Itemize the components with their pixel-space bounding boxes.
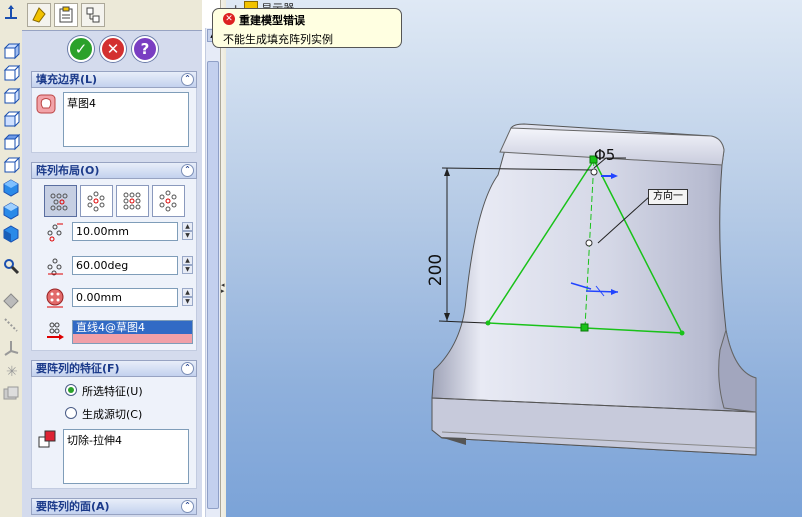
collapse-icon[interactable]: ⌃	[181, 73, 194, 86]
features-to-pattern-header[interactable]: 要阵列的特征(F) ⌃	[31, 360, 197, 377]
tooltip-title: 重建模型错误	[239, 14, 305, 27]
features-to-pattern-body: 所选特征(U) 生成源切(C) 切除-拉伸4	[31, 377, 197, 489]
normal-to-icon[interactable]	[2, 4, 20, 22]
tab-property-manager[interactable]	[54, 3, 78, 27]
ok-button[interactable]: ✓	[68, 36, 94, 62]
help-button[interactable]: ?	[132, 36, 158, 62]
surface-tool-icon[interactable]	[2, 385, 20, 403]
instance-spacing-input[interactable]: 10.00mm	[72, 222, 178, 241]
angle-spinner[interactable]: ▲ ▼	[182, 256, 193, 275]
pattern-direction-icon	[45, 321, 65, 341]
pattern-layout-header[interactable]: 阵列布局(O) ⌃	[31, 162, 197, 179]
selection-highlight-bar	[73, 334, 192, 343]
manager-tabs	[22, 0, 202, 31]
faces-to-pattern-header[interactable]: 要阵列的面(A) ⌃	[31, 498, 197, 515]
back-view-icon[interactable]	[2, 64, 21, 82]
stagger-angle-input[interactable]: 60.00deg	[72, 256, 178, 275]
trimetric-view-icon[interactable]	[2, 202, 20, 220]
features-title: 要阵列的特征(F)	[36, 362, 120, 375]
layout-perforation-button[interactable]	[44, 185, 77, 217]
boundary-selection-list[interactable]: 草图4	[63, 92, 189, 147]
layout-square-button[interactable]	[116, 185, 149, 217]
pattern-layout-title: 阵列布局(O)	[36, 164, 100, 177]
collapse-icon[interactable]: ⌃	[181, 500, 194, 513]
list-item[interactable]: 草图4	[67, 95, 185, 111]
dimension-200-label[interactable]: 200	[426, 254, 446, 286]
features-selection-list[interactable]: 切除-拉伸4	[63, 429, 189, 484]
error-tooltip: ✕ 重建模型错误 不能生成填充阵列实例	[212, 8, 402, 48]
fill-boundary-title: 填充边界(L)	[36, 73, 98, 86]
margin-spinner[interactable]: ▲ ▼	[182, 288, 193, 307]
fill-boundary-body: 草图4	[31, 88, 197, 153]
selected-features-label[interactable]: 所选特征(U)	[82, 383, 143, 399]
layout-type-group	[44, 185, 194, 217]
boundary-sketch-icon	[36, 94, 56, 114]
line-tool-icon[interactable]	[2, 316, 20, 334]
bottom-view-icon[interactable]	[2, 156, 21, 174]
tooltip-title-row: ✕ 重建模型错误	[223, 12, 393, 28]
view-tool-icon[interactable]	[2, 257, 20, 275]
feature-cut-icon	[37, 429, 57, 449]
top-view-icon[interactable]	[2, 133, 21, 151]
property-manager-scrollbar[interactable]: ▲	[205, 28, 221, 517]
collapse-icon[interactable]: ⌃	[181, 164, 194, 177]
graphics-area[interactable]: + 显示器	[212, 0, 802, 517]
property-manager: ✓ ✕ ? 填充边界(L) ⌃ 草图4 阵列布局(O) ⌃ 10.00mm ▲ …	[22, 0, 202, 517]
faces-title: 要阵列的面(A)	[36, 500, 110, 513]
right-view-icon[interactable]	[2, 110, 21, 128]
dimension-diameter-label[interactable]: Φ5	[594, 146, 615, 164]
point-tool-icon[interactable]: ✳	[2, 362, 20, 380]
create-seed-cut-radio[interactable]	[65, 407, 77, 419]
fill-boundary-header[interactable]: 填充边界(L) ⌃	[31, 71, 197, 88]
error-icon: ✕	[223, 13, 235, 25]
model-canvas[interactable]: 200 Φ5	[226, 0, 802, 517]
splitter-grip-icon[interactable]: ◂ ▸	[221, 282, 225, 295]
layout-circular-button[interactable]	[80, 185, 113, 217]
svg-text:✳: ✳	[6, 364, 18, 380]
pattern-layout-body: 10.00mm ▲ ▼ 60.00deg ▲ ▼ 0.00mm ▲ ▼ 直线4@草图4	[31, 179, 197, 351]
create-seed-cut-label[interactable]: 生成源切(C)	[82, 406, 142, 422]
tooltip-message: 不能生成填充阵列实例	[223, 33, 333, 46]
direction-selection-list[interactable]: 直线4@草图4	[72, 320, 193, 344]
margin-icon	[45, 288, 65, 308]
stagger-angle-icon	[45, 256, 65, 276]
action-buttons: ✓ ✕ ?	[22, 36, 202, 66]
collapse-icon[interactable]: ⌃	[181, 362, 194, 375]
direction-selected-item[interactable]: 直线4@草图4	[73, 321, 192, 334]
tab-configuration-manager[interactable]	[81, 3, 105, 27]
scroll-thumb[interactable]	[207, 61, 219, 509]
boundary-margin-input[interactable]: 0.00mm	[72, 288, 178, 307]
cancel-button[interactable]: ✕	[100, 36, 126, 62]
axis-tool-icon[interactable]	[2, 339, 20, 357]
front-view-icon[interactable]	[2, 42, 21, 60]
layout-polygon-button[interactable]	[152, 185, 185, 217]
list-item[interactable]: 切除-拉伸4	[67, 432, 185, 448]
tab-feature-manager[interactable]	[27, 3, 51, 27]
left-view-icon[interactable]	[2, 87, 21, 105]
instance-spacing-icon	[45, 222, 65, 242]
selected-features-radio[interactable]	[65, 384, 77, 396]
sketch-tool-icon[interactable]	[2, 292, 20, 310]
isometric-view-icon[interactable]	[2, 179, 20, 197]
left-toolbar: ✳	[0, 0, 23, 517]
dimetric-view-icon[interactable]	[2, 225, 20, 243]
spacing-spinner[interactable]: ▲ ▼	[182, 222, 193, 241]
direction-callout[interactable]: 方向一	[648, 189, 688, 205]
